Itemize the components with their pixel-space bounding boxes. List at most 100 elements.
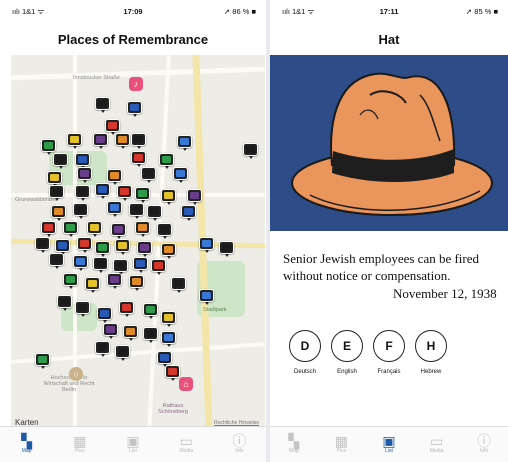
tab-pics[interactable]: ▦ Pics	[318, 427, 366, 462]
memorial-marker-icon[interactable]	[177, 135, 192, 151]
memorial-marker-icon[interactable]	[141, 167, 156, 183]
language-circle[interactable]: F	[373, 330, 405, 362]
memorial-marker-icon[interactable]	[95, 341, 110, 357]
memorial-marker-icon[interactable]	[75, 301, 90, 317]
memorial-marker-icon[interactable]	[75, 185, 90, 201]
memorial-marker-icon[interactable]	[123, 325, 138, 341]
tab-map[interactable]: ▚ Map	[270, 427, 318, 462]
language-option-english[interactable]: E English	[327, 330, 367, 375]
memorial-marker-icon[interactable]	[199, 237, 214, 253]
memorial-marker-icon[interactable]	[165, 365, 180, 381]
tab-media[interactable]: ▭ Media	[160, 427, 213, 462]
memorial-marker-icon[interactable]	[143, 327, 158, 343]
memorial-marker-icon[interactable]	[95, 97, 110, 113]
memorial-marker-icon[interactable]	[97, 307, 112, 323]
memorial-marker-icon[interactable]	[93, 133, 108, 149]
memorial-marker-icon[interactable]	[135, 221, 150, 237]
language-circle[interactable]: H	[415, 330, 447, 362]
memorial-marker-icon[interactable]	[75, 153, 90, 169]
memorial-marker-icon[interactable]	[35, 353, 50, 369]
memorial-marker-icon[interactable]	[199, 289, 214, 305]
memorial-marker-icon[interactable]	[135, 187, 150, 203]
memorial-marker-icon[interactable]	[47, 171, 62, 187]
memorial-marker-icon[interactable]	[63, 273, 78, 289]
memorial-marker-icon[interactable]	[115, 133, 130, 149]
memorial-marker-icon[interactable]	[173, 167, 188, 183]
memorial-marker-icon[interactable]	[63, 221, 78, 237]
memorial-marker-icon[interactable]	[157, 351, 172, 367]
memorial-marker-icon[interactable]	[187, 189, 202, 205]
town-hall-poi-icon[interactable]: ⌂	[179, 377, 193, 391]
memorial-marker-icon[interactable]	[161, 243, 176, 259]
memorial-marker-icon[interactable]	[115, 345, 130, 361]
memorial-marker-icon[interactable]	[55, 239, 70, 255]
memorial-marker-icon[interactable]	[243, 143, 258, 159]
memorial-marker-icon[interactable]	[51, 205, 66, 221]
marker-thumbnail	[96, 260, 105, 267]
memorial-marker-icon[interactable]	[35, 237, 50, 253]
poi-marker-icon[interactable]: ♪	[129, 77, 143, 91]
map-view[interactable]: Innsbrucker Straße Grunewaldstraße Hochs…	[11, 55, 265, 431]
memorial-marker-icon[interactable]	[107, 273, 122, 289]
memorial-marker-icon[interactable]	[219, 241, 234, 257]
memorial-marker-icon[interactable]	[95, 183, 110, 199]
tab-info[interactable]: ⓘ Info	[213, 427, 266, 462]
tab-list[interactable]: ▣ List	[106, 427, 159, 462]
marker-thumbnail	[50, 174, 59, 181]
memorial-marker-icon[interactable]	[129, 275, 144, 291]
memorial-marker-icon[interactable]	[105, 119, 120, 135]
memorial-marker-icon[interactable]	[111, 223, 126, 239]
memorial-marker-icon[interactable]	[93, 257, 108, 273]
memorial-marker-icon[interactable]	[87, 221, 102, 237]
memorial-marker-icon[interactable]	[159, 153, 174, 169]
memorial-marker-icon[interactable]	[137, 241, 152, 257]
memorial-marker-icon[interactable]	[73, 255, 88, 271]
memorial-marker-icon[interactable]	[161, 311, 176, 327]
memorial-marker-icon[interactable]	[85, 277, 100, 293]
university-poi-icon[interactable]: ○	[69, 367, 83, 381]
language-option-francais[interactable]: F Français	[369, 330, 409, 375]
memorial-marker-icon[interactable]	[115, 239, 130, 255]
memorial-marker-icon[interactable]	[119, 301, 134, 317]
language-option-deutsch[interactable]: D Deutsch	[285, 330, 325, 375]
memorial-marker-icon[interactable]	[95, 241, 110, 257]
memorial-marker-icon[interactable]	[53, 153, 68, 169]
tab-info[interactable]: ⓘ Info	[460, 427, 508, 462]
memorial-marker-icon[interactable]	[113, 259, 128, 275]
memorial-marker-icon[interactable]	[57, 295, 72, 311]
language-circle[interactable]: E	[331, 330, 363, 362]
marker-thumbnail	[106, 326, 115, 333]
memorial-marker-icon[interactable]	[157, 223, 172, 239]
language-option-hebrew[interactable]: H Hebrew	[411, 330, 451, 375]
memorial-marker-icon[interactable]	[49, 253, 64, 269]
memorial-marker-icon[interactable]	[171, 277, 186, 293]
memorial-marker-icon[interactable]	[117, 185, 132, 201]
memorial-marker-icon[interactable]	[103, 323, 118, 339]
language-circle[interactable]: D	[289, 330, 321, 362]
memorial-marker-icon[interactable]	[151, 259, 166, 275]
memorial-marker-icon[interactable]	[131, 151, 146, 167]
memorial-marker-icon[interactable]	[77, 167, 92, 183]
marker-thumbnail	[52, 256, 61, 263]
memorial-marker-icon[interactable]	[147, 205, 162, 221]
memorial-marker-icon[interactable]	[127, 101, 142, 117]
tab-map[interactable]: ▚ Map	[0, 427, 53, 462]
memorial-marker-icon[interactable]	[77, 237, 92, 253]
memorial-marker-icon[interactable]	[49, 185, 64, 201]
memorial-marker-icon[interactable]	[67, 133, 82, 149]
memorial-marker-icon[interactable]	[41, 221, 56, 237]
memorial-marker-icon[interactable]	[73, 203, 88, 219]
memorial-marker-icon[interactable]	[129, 203, 144, 219]
memorial-marker-icon[interactable]	[107, 201, 122, 217]
memorial-marker-icon[interactable]	[41, 139, 56, 155]
tab-list[interactable]: ▣ List	[365, 427, 413, 462]
memorial-marker-icon[interactable]	[133, 257, 148, 273]
memorial-marker-icon[interactable]	[107, 169, 122, 185]
tab-media[interactable]: ▭ Media	[413, 427, 461, 462]
memorial-marker-icon[interactable]	[161, 189, 176, 205]
memorial-marker-icon[interactable]	[131, 133, 146, 149]
tab-pics[interactable]: ▦ Pics	[53, 427, 106, 462]
memorial-marker-icon[interactable]	[143, 303, 158, 319]
memorial-marker-icon[interactable]	[181, 205, 196, 221]
memorial-marker-icon[interactable]	[161, 331, 176, 347]
